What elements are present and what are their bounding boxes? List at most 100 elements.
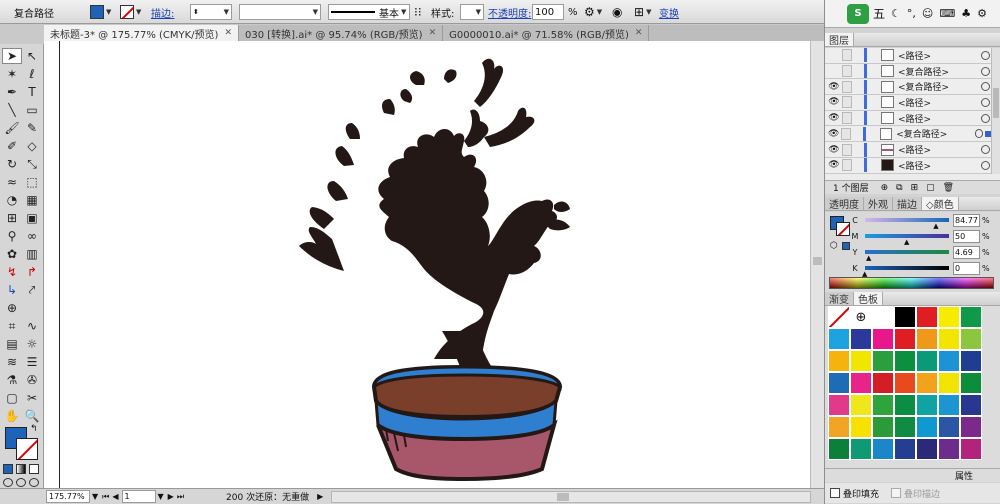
measure-tool-icon[interactable]: ✇ xyxy=(22,372,42,388)
channel-value[interactable]: 84.77 xyxy=(953,213,980,227)
tab-stroke[interactable]: 描边 xyxy=(893,197,922,211)
opacity-label[interactable]: 不透明度: xyxy=(488,0,531,24)
graph-tool-icon[interactable]: ≋ xyxy=(2,354,22,370)
make-clip-mask-icon[interactable]: ⧉ xyxy=(896,183,902,193)
scroll-thumb[interactable] xyxy=(813,257,822,265)
pen-tool-icon[interactable]: ✒ xyxy=(2,84,22,100)
transform-link[interactable]: 变换 xyxy=(659,0,679,24)
swatch-2[interactable] xyxy=(872,306,894,328)
channel-track[interactable]: ▲ xyxy=(865,250,949,262)
lasso-tool-icon[interactable]: ℓ xyxy=(22,66,42,82)
target-icon[interactable] xyxy=(981,113,990,123)
channel-value[interactable]: 50 xyxy=(953,229,980,243)
fill-swatch[interactable] xyxy=(90,5,104,19)
swatch-14[interactable] xyxy=(828,350,850,372)
sogou-logo-icon[interactable]: S xyxy=(847,3,869,24)
rotate-tool-icon[interactable]: ↻ xyxy=(2,156,22,172)
swatch-5[interactable] xyxy=(938,306,960,328)
swatch-10[interactable] xyxy=(894,328,916,350)
black-slider[interactable]: K ▲ 0% xyxy=(845,261,995,278)
lock-toggle[interactable] xyxy=(842,143,852,156)
perspective-tool-icon[interactable]: ▦ xyxy=(22,192,42,208)
brush-definition-field[interactable]: 基本 ▼ xyxy=(328,0,410,24)
symbol-tool-icon[interactable]: ☼ xyxy=(22,336,42,352)
layer-row[interactable]: 👁 <路径> xyxy=(825,110,991,127)
swatch-38[interactable] xyxy=(894,416,916,438)
swatch-21[interactable] xyxy=(828,372,850,394)
layer-row[interactable]: 👁 <复合路径> xyxy=(825,79,991,96)
swatch-43[interactable] xyxy=(850,438,872,460)
hscroll-thumb[interactable] xyxy=(557,492,570,501)
warp-tool-icon[interactable]: ≈ xyxy=(2,174,22,190)
swatch-22[interactable] xyxy=(850,372,872,394)
opacity-field[interactable]: 100 xyxy=(532,0,564,24)
bonsai-artwork[interactable]: Baidu 经验 xyxy=(44,41,810,488)
column-graph-tool-icon[interactable]: ▥ xyxy=(22,246,42,262)
swatch-31[interactable] xyxy=(894,394,916,416)
shape-builder-tool-icon[interactable]: ◔ xyxy=(2,192,22,208)
target-icon[interactable] xyxy=(981,145,990,155)
swatch-40[interactable] xyxy=(938,416,960,438)
swatch-36[interactable] xyxy=(850,416,872,438)
align-icon[interactable]: ⁝⁝ xyxy=(414,0,422,24)
overprint-fill-checkbox[interactable] xyxy=(830,488,840,498)
magic-wand-tool-icon[interactable]: ✶ xyxy=(2,66,22,82)
swatch-44[interactable] xyxy=(872,438,894,460)
bar-tool-icon[interactable]: ☰ xyxy=(22,354,42,370)
swatch-29[interactable] xyxy=(850,394,872,416)
scissors-tool-icon[interactable]: ✂ xyxy=(22,390,42,406)
free-transform-tool-icon[interactable]: ⬚ xyxy=(22,174,42,190)
gradient-tool-icon[interactable]: ▣ xyxy=(22,210,42,226)
channel-track[interactable]: ▲ xyxy=(865,218,949,230)
punctuation-icon[interactable]: °, xyxy=(907,7,916,20)
swatch-30[interactable] xyxy=(872,394,894,416)
stroke-none-swatch[interactable] xyxy=(120,5,134,19)
target-tool-icon[interactable]: ⊕ xyxy=(2,300,22,316)
lock-toggle[interactable] xyxy=(842,159,852,172)
tab-color[interactable]: ◇颜色 xyxy=(922,197,959,211)
mesh-tool-icon[interactable]: ⊞ xyxy=(2,210,22,226)
pencil-tool-icon[interactable]: ✎ xyxy=(22,120,42,136)
eye-icon[interactable]: 👁 xyxy=(828,96,840,108)
draw-behind-icon[interactable] xyxy=(16,478,26,487)
delete-layer-icon[interactable]: 🗑 xyxy=(943,183,954,193)
zoom-tool-icon[interactable]: 🔍 xyxy=(22,408,42,424)
width-tool-icon[interactable]: ↯ xyxy=(2,264,22,280)
target-icon[interactable] xyxy=(974,129,984,139)
scale-tool-icon[interactable]: ⤡ xyxy=(22,156,42,172)
lock-toggle[interactable] xyxy=(841,127,851,140)
attributes-tab[interactable]: 属性 xyxy=(955,469,973,482)
swatch-3[interactable] xyxy=(894,306,916,328)
path-tool-icon[interactable]: ↳ xyxy=(2,282,22,298)
target-icon[interactable] xyxy=(981,97,990,107)
page-field[interactable]: 1 xyxy=(121,490,156,503)
prev-page-icon[interactable]: ◀ xyxy=(112,492,118,501)
swatch-27[interactable] xyxy=(960,372,982,394)
stroke-weight-label[interactable]: 描边: xyxy=(151,0,174,24)
swatch-23[interactable] xyxy=(872,372,894,394)
color-spectrum[interactable] xyxy=(829,277,994,289)
keyboard-icon[interactable]: ⌨ xyxy=(939,7,955,20)
close-icon[interactable]: ✕ xyxy=(224,28,232,38)
lock-toggle[interactable] xyxy=(842,49,852,62)
line-tool-icon[interactable]: ╲ xyxy=(2,102,22,118)
swatch-32[interactable] xyxy=(916,394,938,416)
last-page-icon[interactable]: ⏭ xyxy=(177,492,184,502)
moon-icon[interactable]: ☾ xyxy=(891,7,901,20)
selection-tool-icon[interactable]: ➤ xyxy=(2,48,22,64)
swatch-42[interactable] xyxy=(828,438,850,460)
eye-icon[interactable]: 👁 xyxy=(828,112,840,124)
channel-value[interactable]: 4.69 xyxy=(953,245,980,259)
tab-swatches[interactable]: 色板 xyxy=(854,292,883,306)
hand-tool-icon[interactable]: ✋ xyxy=(2,408,22,424)
locate-object-icon[interactable]: ⊕ xyxy=(881,183,889,193)
eye-icon[interactable]: 👁 xyxy=(828,81,840,93)
swatch-18[interactable] xyxy=(916,350,938,372)
swatch-16[interactable] xyxy=(872,350,894,372)
swatch-46[interactable] xyxy=(916,438,938,460)
stroke-color-box[interactable] xyxy=(16,438,38,460)
new-sublayer-icon[interactable]: ⊞ xyxy=(911,183,919,193)
eyedropper-tool-icon-2[interactable]: ⚗ xyxy=(2,372,22,388)
zoom-dropdown-icon[interactable]: ▼ xyxy=(92,492,98,501)
tab-030[interactable]: 030 [转换].ai* @ 95.74% (RGB/预览) ✕ xyxy=(239,25,444,41)
